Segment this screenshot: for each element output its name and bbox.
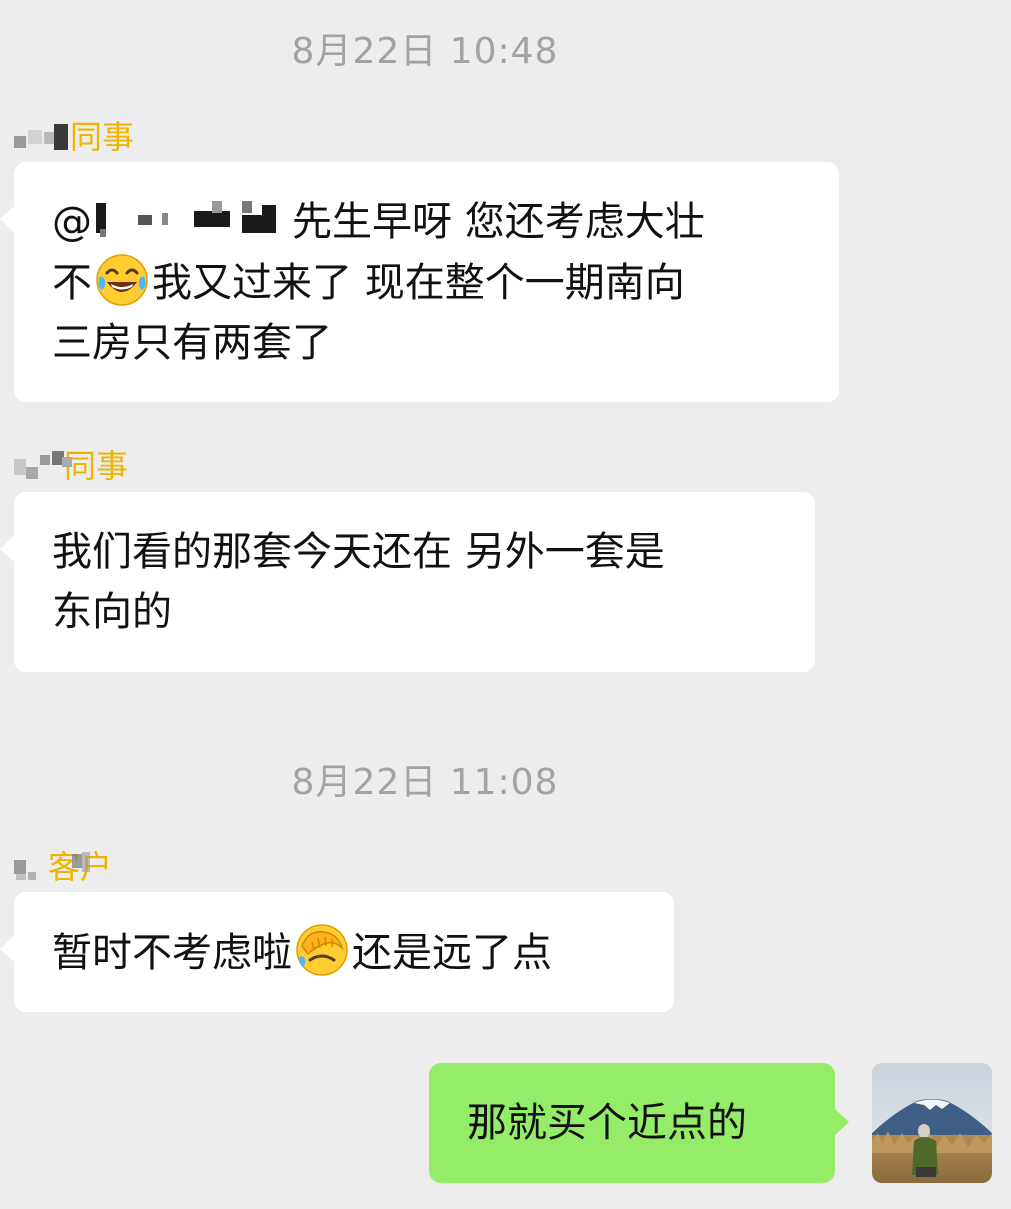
redacted-name — [14, 451, 72, 481]
timestamp: 8月22日 10:48 — [291, 31, 559, 72]
message-text: 暂时不考虑啦 — [52, 930, 292, 976]
facepalm-emoji — [296, 924, 348, 976]
redacted-name — [14, 122, 70, 152]
message-text: 先生早呀 您还考虑大壮 — [292, 199, 705, 245]
bubble-tail — [0, 936, 14, 962]
sender-tag: 同事 — [64, 447, 129, 485]
sender-name: 同事 — [14, 446, 128, 486]
message-text: 不 — [52, 260, 92, 306]
bubble-tail — [835, 1109, 849, 1135]
avatar[interactable] — [872, 1063, 992, 1183]
sender-tag: 同事 — [70, 118, 135, 156]
tears-of-joy-emoji — [96, 254, 148, 306]
message-bubble-outgoing[interactable]: 那就买个近点的 — [429, 1063, 849, 1183]
message-line: 那就买个近点的 — [467, 1100, 747, 1146]
message-line: 三房只有两套了 — [52, 320, 332, 366]
message-line: 暂时不考虑啦 还是远了点 — [52, 922, 636, 983]
timestamp: 8月22日 11:08 — [291, 762, 559, 803]
avatar-mountain-photo — [872, 1063, 992, 1183]
message-line: 我们看的那套今天还在 另外一套是 — [52, 529, 665, 575]
message-text: 还是远了点 — [352, 930, 552, 976]
message-line: 不 我又过来了 现在整个一期南向 — [52, 252, 801, 313]
bubble-tail — [0, 536, 14, 562]
message-bubble[interactable]: 我们看的那套今天还在 另外一套是 东向的 — [0, 492, 815, 672]
redacted-name — [14, 852, 48, 882]
mention-symbol: @ — [52, 199, 92, 245]
sender-name: 客户 — [14, 847, 112, 887]
redacted-mention — [92, 197, 292, 241]
sender-name: 同事 — [14, 117, 134, 157]
message-bubble[interactable]: @ 先生早呀 您还考虑大壮 不 我又过来了 现在整个一期南向 三房只有两套了 — [0, 162, 839, 402]
message-line: @ 先生早呀 您还考虑大壮 — [52, 192, 801, 252]
redacted-name — [72, 852, 92, 882]
bubble-tail — [0, 206, 14, 232]
message-text: 我又过来了 现在整个一期南向 — [152, 260, 685, 306]
message-line: 东向的 — [52, 589, 172, 635]
message-bubble[interactable]: 暂时不考虑啦 还是远了点 — [0, 892, 674, 1012]
